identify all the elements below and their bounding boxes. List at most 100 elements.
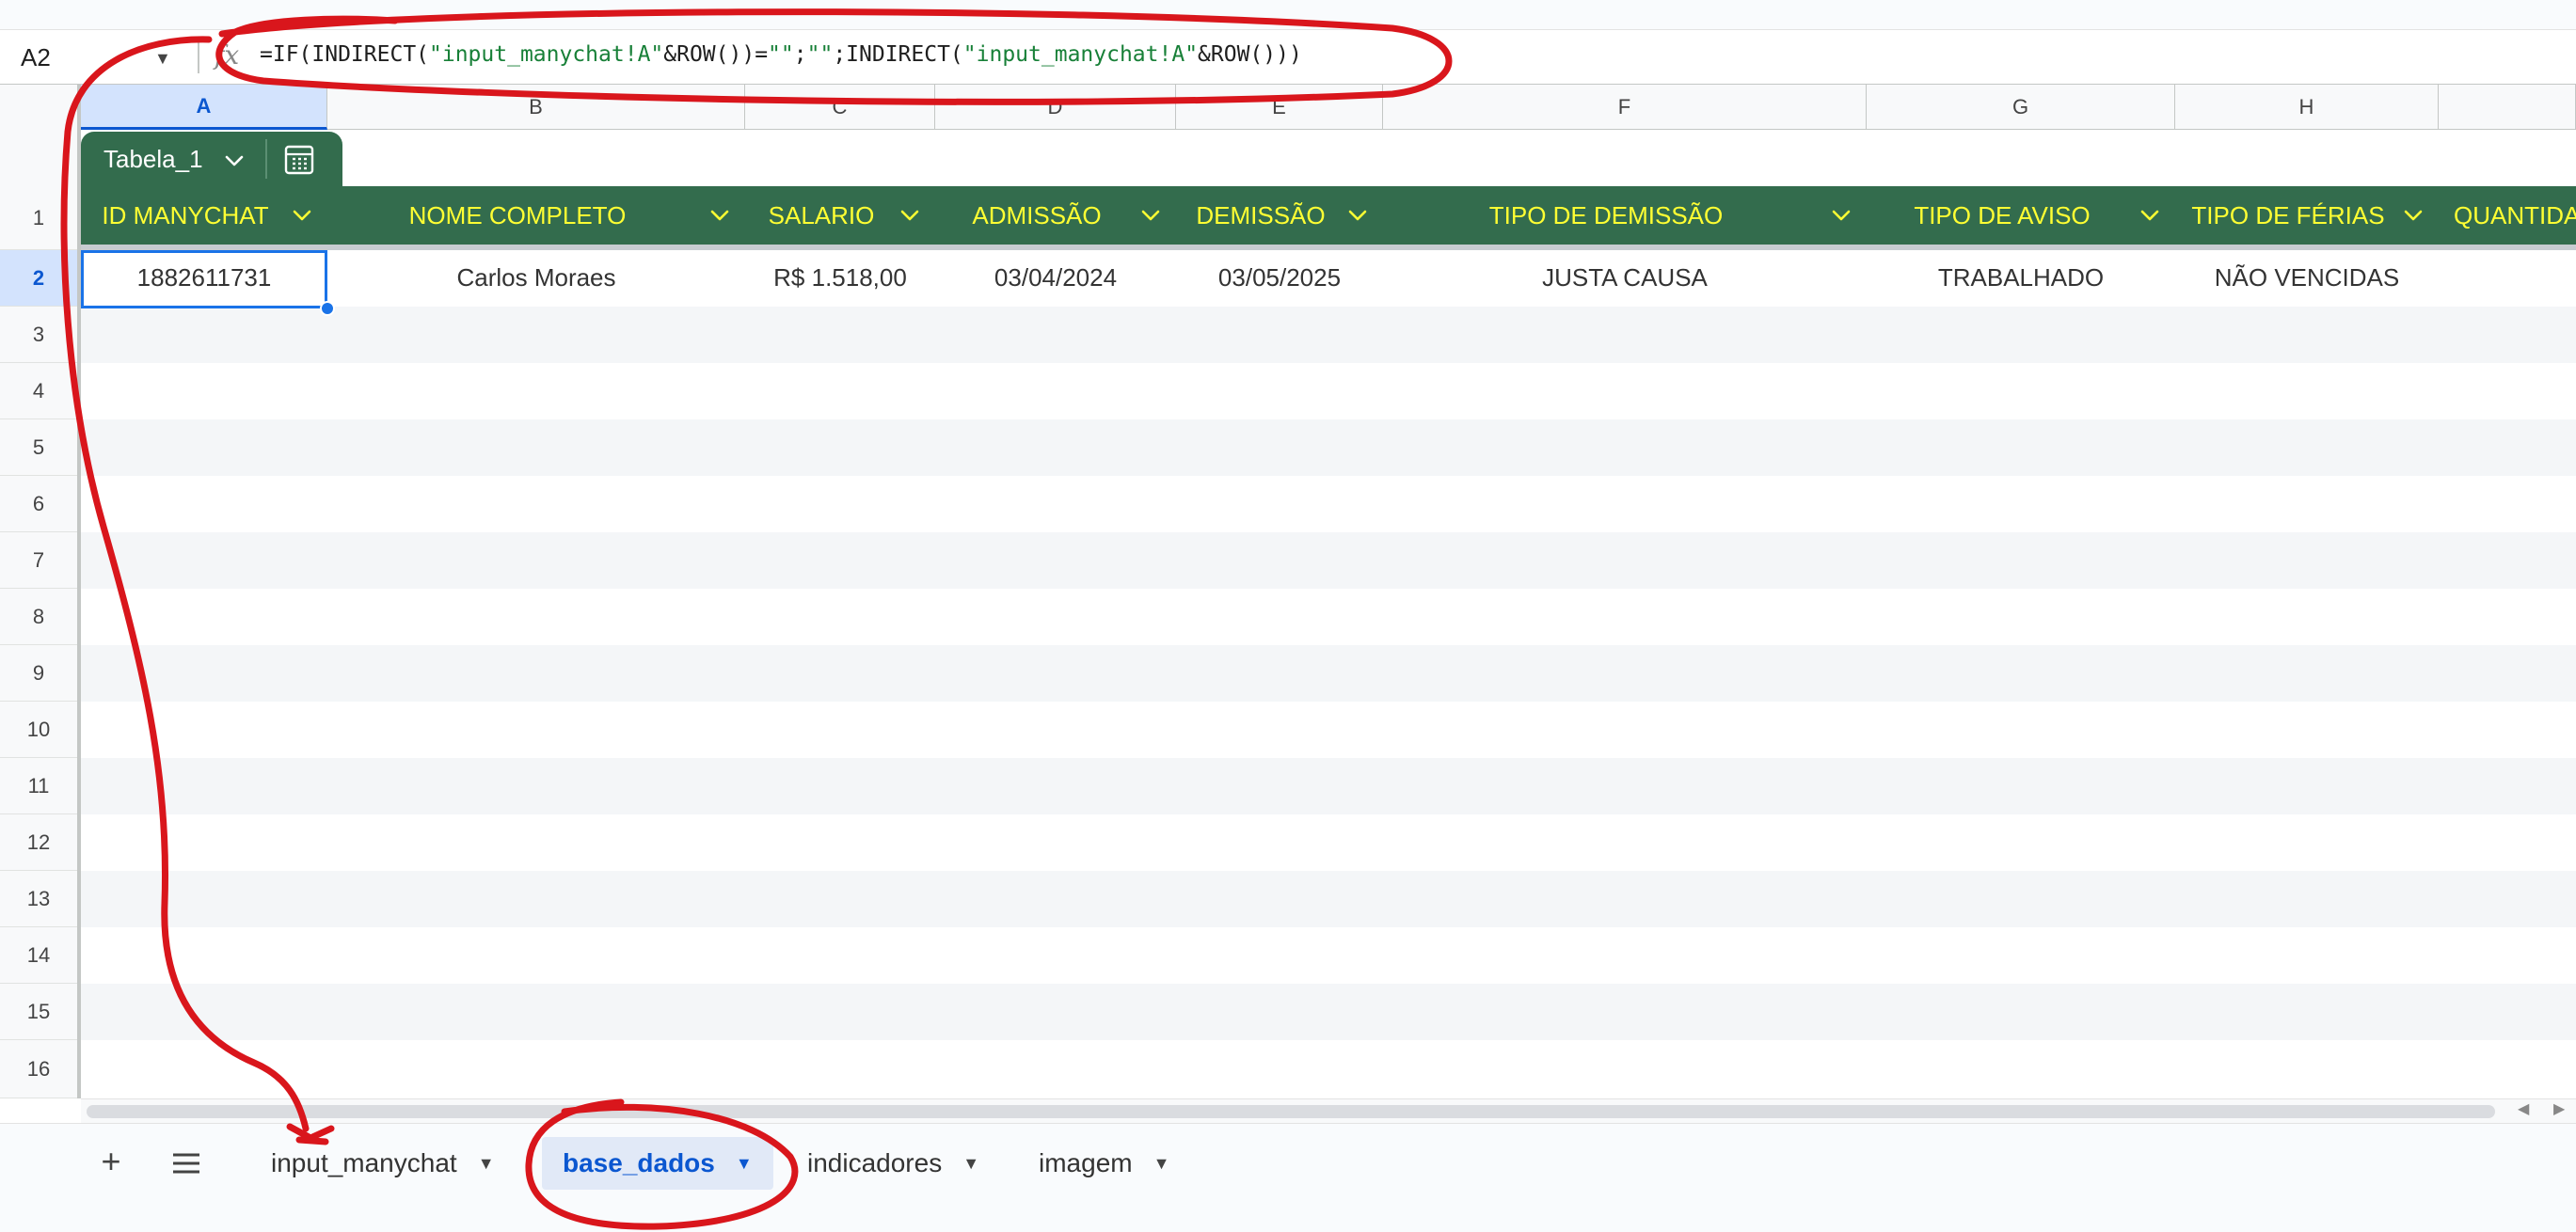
table-header-cell[interactable]: DEMISSÃO (1176, 186, 1383, 245)
row-header-9[interactable]: 9 (0, 645, 77, 702)
column-header-h[interactable]: H (2175, 85, 2439, 130)
table-row[interactable] (81, 419, 2576, 476)
table-header-cell[interactable]: TIPO DE AVISO (1867, 186, 2175, 245)
horizontal-scrollbar[interactable]: ◀ ▶ (81, 1098, 2576, 1123)
row-header-6[interactable]: 6 (0, 476, 77, 532)
chevron-down-icon[interactable] (2136, 201, 2164, 229)
row-header-11[interactable]: 11 (0, 758, 77, 814)
table-header-label: DEMISSÃO (1196, 200, 1326, 229)
table-row[interactable] (81, 476, 2576, 532)
sheet-tab-bar: + input_manychat ▼ base_dados ▼ indicadores ▼… (0, 1123, 2576, 1232)
table-cell[interactable]: TRABALHADO (1867, 250, 2175, 305)
row-header-12[interactable]: 12 (0, 814, 77, 871)
formula-input[interactable]: =IF(INDIRECT("input_manychat!A"&ROW())="… (260, 42, 1302, 67)
row-header-13[interactable]: 13 (0, 871, 77, 927)
table-row[interactable] (81, 871, 2576, 927)
table-row[interactable] (81, 645, 2576, 702)
sheet-tab-imagem[interactable]: imagem ▼ (1018, 1137, 1190, 1190)
top-strip (0, 0, 2576, 30)
chevron-down-icon[interactable] (896, 201, 924, 229)
sheet-tab-base-dados[interactable]: base_dados ▼ (542, 1137, 773, 1190)
table-header-cell[interactable]: ADMISSÃO (935, 186, 1176, 245)
row-header-1[interactable]: 1 (0, 186, 77, 250)
row-header-3[interactable]: 3 (0, 307, 77, 363)
table-row[interactable] (81, 1040, 2576, 1097)
table-cell[interactable]: 03/05/2025 (1176, 250, 1383, 305)
table-row[interactable] (81, 758, 2576, 814)
column-header-a[interactable]: A (81, 85, 327, 130)
caret-down-icon[interactable]: ▼ (962, 1154, 979, 1174)
table-cell[interactable]: R$ 1.518,00 (745, 250, 935, 305)
plus-icon[interactable]: + (90, 1141, 132, 1182)
row-header-8[interactable]: 8 (0, 589, 77, 645)
caret-down-icon[interactable]: ▼ (736, 1154, 753, 1174)
table-cell[interactable]: 03/04/2024 (935, 250, 1176, 305)
table-row[interactable] (81, 589, 2576, 645)
column-header-e[interactable]: E (1176, 85, 1383, 130)
table-header-cell[interactable]: ID MANYCHAT (81, 186, 327, 245)
sheet-tab-input-manychat[interactable]: input_manychat ▼ (250, 1137, 516, 1190)
formula-token: =IF(INDIRECT( (260, 42, 430, 67)
column-header-d[interactable]: D (935, 85, 1176, 130)
table-header-label: ID MANYCHAT (102, 200, 269, 229)
fx-icon: fx (215, 39, 240, 71)
hamburger-menu-icon[interactable] (166, 1143, 207, 1184)
table-row[interactable] (81, 927, 2576, 984)
table-header-row: ID MANYCHAT NOME COMPLETO SALARIO ADMISSÃO D… (81, 186, 2576, 245)
table-header-label: TIPO DE FÉRIAS (2191, 200, 2385, 229)
chevron-down-icon[interactable] (288, 201, 316, 229)
row-header-column: 1 2 3 4 5 6 7 8 9 10 11 12 13 14 15 16 (0, 130, 81, 1098)
table-row[interactable] (81, 363, 2576, 419)
formula-token: "" (768, 42, 794, 67)
row-header-2[interactable]: 2 (0, 250, 77, 307)
table-header-cell[interactable]: QUANTIDA (2439, 186, 2576, 245)
column-header-f[interactable]: F (1383, 85, 1867, 130)
table-cell[interactable]: Carlos Moraes (327, 250, 745, 305)
table-header-label: TIPO DE DEMISSÃO (1488, 200, 1724, 229)
scroll-left-icon[interactable]: ◀ (2518, 1099, 2529, 1118)
row-header-7[interactable]: 7 (0, 532, 77, 589)
scroll-right-icon[interactable]: ▶ (2553, 1099, 2565, 1118)
table-header-cell[interactable]: TIPO DE DEMISSÃO (1383, 186, 1867, 245)
column-header-c[interactable]: C (745, 85, 935, 130)
formula-token: ; (793, 42, 807, 67)
fill-handle[interactable] (320, 301, 335, 316)
scrollbar-thumb[interactable] (87, 1105, 2495, 1118)
formula-token: ;INDIRECT( (833, 42, 963, 67)
row-header-10[interactable]: 10 (0, 702, 77, 758)
caret-down-icon[interactable]: ▼ (478, 1154, 495, 1174)
chevron-down-icon[interactable] (706, 201, 734, 229)
name-box-dropdown-icon[interactable]: ▼ (154, 49, 171, 69)
calculator-grid-icon[interactable] (282, 143, 316, 177)
table-row[interactable] (81, 532, 2576, 589)
row-header-14[interactable]: 14 (0, 927, 77, 984)
table-tab[interactable]: Tabela_1 (81, 132, 342, 186)
row-header-5[interactable]: 5 (0, 419, 77, 476)
formula-bar-divider (198, 41, 199, 73)
row-header-16[interactable]: 16 (0, 1040, 77, 1098)
row-header-4[interactable]: 4 (0, 363, 77, 419)
table-row[interactable] (81, 307, 2576, 363)
chevron-down-icon[interactable] (1137, 201, 1165, 229)
column-header-next[interactable] (2439, 85, 2576, 130)
table-header-cell[interactable]: NOME COMPLETO (327, 186, 745, 245)
table-row[interactable] (81, 984, 2576, 1040)
select-all-corner[interactable] (0, 85, 81, 130)
table-header-cell[interactable]: TIPO DE FÉRIAS (2175, 186, 2439, 245)
caret-down-icon[interactable]: ▼ (1153, 1154, 1170, 1174)
table-cell[interactable] (2439, 250, 2576, 305)
table-row[interactable] (81, 702, 2576, 758)
row-header-15[interactable]: 15 (0, 984, 77, 1040)
sheet-tab-indicadores[interactable]: indicadores ▼ (787, 1137, 1000, 1190)
chevron-down-icon[interactable] (1827, 201, 1855, 229)
table-cell[interactable]: NÃO VENCIDAS (2175, 250, 2439, 305)
table-header-cell[interactable]: SALARIO (745, 186, 935, 245)
chevron-down-icon[interactable] (1344, 201, 1372, 229)
column-header-b[interactable]: B (327, 85, 745, 130)
column-header-g[interactable]: G (1867, 85, 2175, 130)
chevron-down-icon[interactable] (2399, 201, 2427, 229)
chevron-down-icon[interactable] (222, 149, 246, 173)
column-header-row: ABCDEFGH (0, 85, 2576, 130)
table-cell[interactable]: JUSTA CAUSA (1383, 250, 1867, 305)
table-row[interactable] (81, 814, 2576, 871)
